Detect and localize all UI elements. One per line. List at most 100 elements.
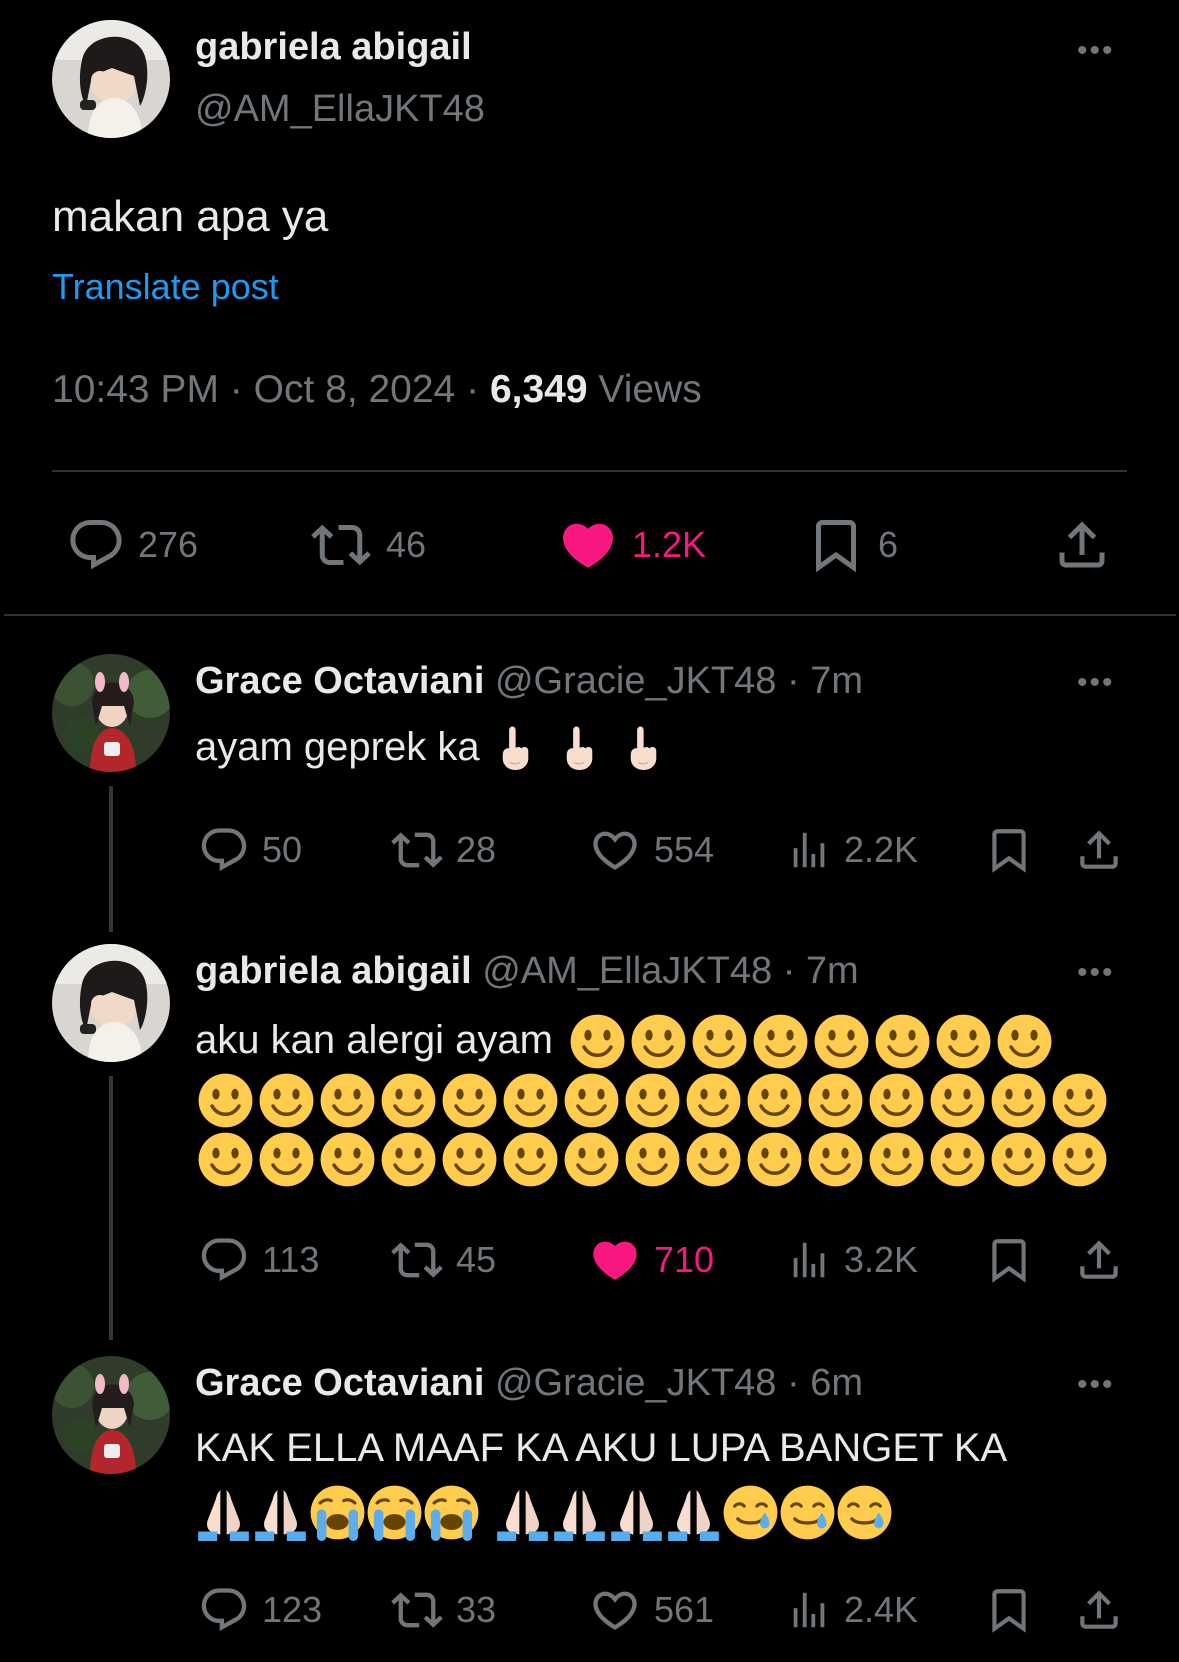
post-date[interactable]: Oct 8, 2024 [254, 368, 456, 411]
smile-emoji [380, 1131, 437, 1188]
smile-emoji [807, 1131, 864, 1188]
share-icon [1074, 1584, 1124, 1636]
share-icon [1074, 1234, 1124, 1286]
like-button[interactable]: 561 [588, 1584, 714, 1636]
smile-emoji [1051, 1131, 1108, 1188]
more-icon[interactable]: ••• [1077, 36, 1115, 66]
smile-emoji [691, 1013, 748, 1070]
author-name[interactable]: gabriela abigail [195, 950, 472, 992]
smile-emoji [929, 1131, 986, 1188]
more-icon[interactable]: ••• [1077, 668, 1115, 698]
share-button[interactable] [1074, 824, 1124, 876]
reply-button[interactable]: 113 [198, 1234, 319, 1286]
smile-emoji [624, 1072, 681, 1129]
views-button[interactable]: 2.4K [786, 1584, 918, 1636]
smile-emoji [569, 1013, 626, 1070]
views-button[interactable]: 2.2K [786, 824, 918, 876]
bookmark-button[interactable] [984, 1584, 1034, 1636]
share-icon [1074, 824, 1124, 876]
pray-emoji [608, 1484, 665, 1541]
bookmark-icon [806, 515, 866, 575]
more-icon[interactable]: ••• [1077, 958, 1115, 988]
views-button[interactable]: 3.2K [786, 1234, 918, 1286]
reply-text: aku kan alergi ayam [195, 1010, 1125, 1188]
share-button[interactable] [1052, 515, 1112, 575]
like-icon [588, 824, 642, 876]
author-handle[interactable]: @Gracie_JKT48 [495, 1362, 776, 1404]
smile-emoji [868, 1131, 925, 1188]
post-time[interactable]: · 7m [783, 950, 859, 992]
tear-smile-emoji [779, 1484, 836, 1541]
more-icon[interactable]: ••• [1077, 1370, 1115, 1400]
smile-emoji [813, 1013, 870, 1070]
author-handle[interactable]: @AM_EllaJKT48 [195, 88, 485, 131]
smile-emoji [258, 1072, 315, 1129]
smile-emoji [319, 1131, 376, 1188]
smile-emoji [563, 1131, 620, 1188]
author-name[interactable]: Grace Octaviani [195, 1362, 484, 1404]
repost-count: 45 [456, 1239, 497, 1280]
avatar[interactable] [52, 654, 170, 772]
smile-emoji [197, 1131, 254, 1188]
translate-link[interactable]: Translate post [52, 266, 279, 308]
smile-emoji [935, 1013, 992, 1070]
author-handle[interactable]: @Gracie_JKT48 [495, 660, 776, 702]
smile-emoji [868, 1072, 925, 1129]
divider [52, 470, 1127, 472]
sob-emoji [309, 1484, 366, 1541]
smile-emoji [502, 1131, 559, 1188]
bookmark-icon [984, 824, 1034, 876]
like-button[interactable]: 1.2K [556, 515, 706, 575]
views-label: Views [598, 368, 702, 411]
author-handle[interactable]: @AM_EllaJKT48 [482, 950, 772, 992]
smile-emoji [630, 1013, 687, 1070]
thread-line [109, 1076, 113, 1340]
post-time[interactable]: · 6m [787, 1362, 863, 1404]
repost-button[interactable]: 33 [390, 1584, 496, 1636]
post-time[interactable]: 10:43 PM [52, 368, 219, 411]
like-button[interactable]: 710 [588, 1234, 714, 1286]
bookmark-button[interactable]: 6 [806, 515, 898, 575]
avatar[interactable] [52, 20, 170, 138]
like-count: 710 [654, 1239, 715, 1280]
bookmark-count: 6 [878, 524, 899, 565]
pray-emoji [665, 1484, 722, 1541]
smile-emoji [624, 1131, 681, 1188]
like-count: 561 [654, 1589, 715, 1630]
reply-text: ayam geprek ka [195, 724, 666, 770]
like-icon [588, 1234, 642, 1286]
smile-emoji [752, 1013, 809, 1070]
repost-button[interactable]: 28 [390, 824, 496, 876]
post-time[interactable]: · 7m [787, 660, 863, 702]
author-name[interactable]: gabriela abigail [195, 26, 472, 69]
views-count: 2.4K [844, 1589, 919, 1630]
repost-icon [390, 1234, 444, 1286]
share-button[interactable] [1074, 1584, 1124, 1636]
smile-emoji [319, 1072, 376, 1129]
share-button[interactable] [1074, 1234, 1124, 1286]
divider [4, 614, 1176, 616]
reply-icon [66, 515, 126, 575]
reply-button[interactable]: 123 [198, 1584, 322, 1636]
views-icon [786, 1584, 832, 1636]
reply-button[interactable]: 50 [198, 824, 302, 876]
reply-count: 50 [262, 829, 303, 870]
views-icon [786, 824, 832, 876]
reply-icon [198, 1584, 250, 1636]
bookmark-button[interactable] [984, 1234, 1034, 1286]
smile-emoji [685, 1131, 742, 1188]
smile-emoji [563, 1072, 620, 1129]
bookmark-button[interactable] [984, 824, 1034, 876]
repost-icon [390, 1584, 444, 1636]
author-name[interactable]: Grace Octaviani [195, 660, 484, 702]
repost-count: 33 [456, 1589, 497, 1630]
avatar[interactable] [52, 944, 170, 1062]
reply-button[interactable]: 276 [66, 515, 198, 575]
reply-header: Grace Octaviani @Gracie_JKT48 · 6m [195, 1362, 863, 1405]
repost-button[interactable]: 46 [308, 515, 426, 575]
like-button[interactable]: 554 [588, 824, 714, 876]
smile-emoji [441, 1131, 498, 1188]
views-count[interactable]: 6,349 [490, 368, 588, 411]
avatar[interactable] [52, 1356, 170, 1474]
repost-button[interactable]: 45 [390, 1234, 496, 1286]
